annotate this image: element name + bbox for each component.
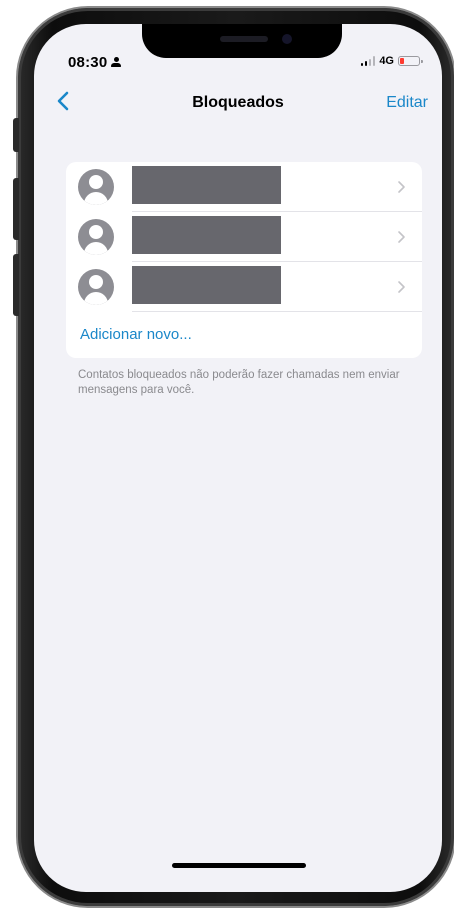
chevron-right-icon — [398, 231, 405, 243]
blocked-contacts-card: Adicionar novo... — [66, 162, 422, 358]
blocked-contact-row[interactable] — [66, 212, 422, 262]
network-label: 4G — [379, 55, 394, 67]
person-avatar-icon — [78, 169, 114, 205]
front-camera — [282, 34, 292, 44]
blocked-contact-row[interactable] — [66, 262, 422, 312]
signal-icon — [360, 56, 376, 66]
chevron-right-icon — [398, 281, 405, 293]
add-new-button[interactable]: Adicionar novo... — [66, 312, 422, 358]
speaker-grille — [220, 36, 268, 42]
blocked-contact-row[interactable] — [66, 162, 422, 212]
person-avatar-icon — [78, 219, 114, 255]
nav-bar: Bloqueados Editar — [34, 86, 442, 122]
page-title: Bloqueados — [192, 94, 284, 111]
battery-icon — [398, 56, 423, 66]
silent-switch — [13, 118, 19, 152]
person-avatar-icon — [78, 269, 114, 305]
redacted-contact-name — [132, 266, 281, 304]
person-icon — [111, 57, 122, 68]
status-time-label: 08:30 — [68, 54, 108, 71]
redacted-contact-name — [132, 216, 281, 254]
notch — [142, 24, 342, 58]
phone-screen: 08:30 4G Bloqueados Editar Adicionar nov… — [34, 24, 442, 892]
volume-up-button — [13, 178, 19, 240]
add-new-label: Adicionar novo... — [80, 326, 192, 343]
home-indicator[interactable] — [172, 863, 306, 868]
status-time: 08:30 — [68, 54, 122, 71]
redacted-contact-name — [132, 166, 281, 204]
blocked-footnote: Contatos bloqueados não poderão fazer ch… — [78, 369, 400, 396]
status-right: 4G — [360, 54, 423, 68]
edit-button[interactable]: Editar — [386, 94, 428, 112]
chevron-right-icon — [398, 181, 405, 193]
volume-down-button — [13, 254, 19, 316]
